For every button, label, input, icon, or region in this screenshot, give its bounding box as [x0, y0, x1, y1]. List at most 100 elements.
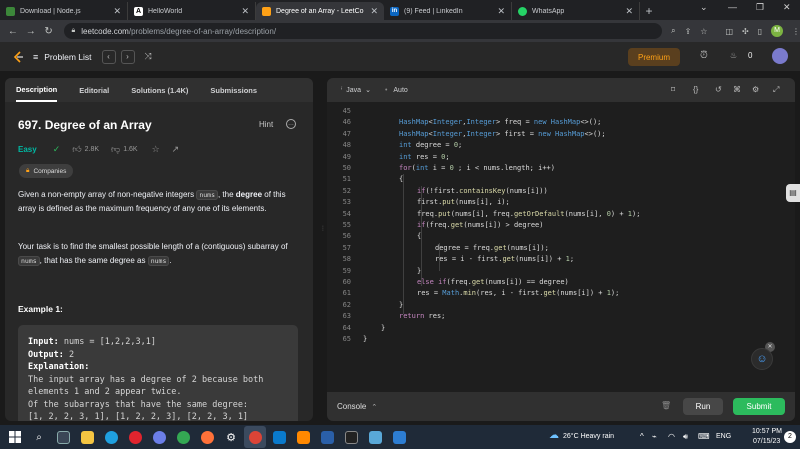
- nodejs-icon: [6, 6, 15, 16]
- trash-icon[interactable]: 🗑︎: [661, 401, 671, 410]
- zoom-icon[interactable]: ⌕: [671, 26, 675, 36]
- tab-helloworld[interactable]: A HelloWorld ✕: [128, 2, 256, 20]
- info-icon[interactable]: …: [286, 119, 296, 129]
- chrome-active-icon[interactable]: [244, 426, 266, 448]
- tab-solutions[interactable]: Solutions (1.4K): [131, 78, 188, 102]
- back-icon[interactable]: ←: [4, 26, 22, 37]
- fire-icon[interactable]: ♨: [730, 51, 737, 60]
- tab-editorial[interactable]: Editorial: [79, 78, 109, 102]
- tab-leetcode[interactable]: Degree of an Array - LeetCo ✕: [256, 2, 384, 20]
- extensions-puzzle-icon[interactable]: ✣: [742, 27, 749, 36]
- close-icon[interactable]: ✕: [625, 6, 633, 17]
- run-button[interactable]: Run: [683, 398, 723, 415]
- close-icon[interactable]: ✕: [497, 6, 505, 17]
- avatar[interactable]: M: [771, 25, 784, 37]
- tab-whatsapp[interactable]: WhatsApp ✕: [512, 2, 640, 20]
- hint-button[interactable]: Hint: [259, 120, 273, 129]
- share-icon[interactable]: ⇪: [685, 27, 692, 36]
- firefox-icon[interactable]: [196, 426, 218, 448]
- code-icon: ⁱ: [341, 87, 343, 94]
- close-window-icon[interactable]: ✕: [783, 2, 791, 13]
- volume-icon[interactable]: 🔊︎: [683, 432, 688, 442]
- vscode-icon[interactable]: [268, 426, 290, 448]
- tab-nodejs[interactable]: Download | Node.js ✕: [0, 2, 128, 20]
- restore-icon[interactable]: ❐: [756, 2, 764, 13]
- prev-problem-button[interactable]: ‹: [101, 49, 116, 64]
- menu-kebab-icon[interactable]: ⋮: [792, 27, 800, 36]
- forward-icon[interactable]: →: [22, 26, 40, 37]
- network-icon[interactable]: ⌁: [652, 432, 657, 441]
- side-notes-icon[interactable]: ▤: [786, 184, 800, 202]
- weather-text[interactable]: 26°C Heavy rain: [563, 433, 614, 440]
- edge-icon[interactable]: [100, 426, 122, 448]
- thumbs-up-icon[interactable]: 👍︎: [72, 144, 81, 155]
- settings-icon[interactable]: ⚙: [752, 85, 759, 94]
- settings-icon[interactable]: ⚙: [220, 426, 242, 448]
- auto-mode-label[interactable]: Auto: [393, 87, 407, 94]
- keyboard-icon[interactable]: ⌨: [698, 432, 710, 441]
- minimize-icon[interactable]: —: [728, 2, 737, 12]
- difficulty-row: Easy ✓ 👍︎ 2.8K 👎︎ 1.6K ☆ ↗: [18, 144, 179, 155]
- wifi-icon[interactable]: ◠: [668, 432, 675, 441]
- file-explorer-icon[interactable]: [76, 426, 98, 448]
- new-tab-button[interactable]: +: [640, 2, 658, 20]
- chevron-up-icon: ⌃: [371, 403, 378, 411]
- windows-start-icon[interactable]: [4, 426, 26, 448]
- search-icon[interactable]: ⌕: [28, 426, 50, 448]
- bookmark-icon[interactable]: ⌑: [671, 85, 675, 94]
- close-icon[interactable]: ✕: [370, 6, 378, 17]
- language-select[interactable]: Java: [346, 87, 361, 94]
- premium-button[interactable]: Premium: [628, 48, 680, 66]
- extension-icon[interactable]: ◫: [725, 27, 733, 36]
- star-icon[interactable]: ☆: [152, 144, 160, 155]
- code-line: HashMap<Integer,Integer> first = new Has…: [399, 129, 606, 138]
- problem-list-button[interactable]: ≡ Problem List: [33, 52, 92, 62]
- photos-icon[interactable]: [388, 426, 410, 448]
- tab-linkedin[interactable]: in (9) Feed | LinkedIn ✕: [384, 2, 512, 20]
- assistant-icon[interactable]: ☺: [751, 348, 773, 370]
- share-icon[interactable]: ↗: [172, 144, 180, 155]
- clock-date[interactable]: 07/15/23: [753, 438, 780, 445]
- thumbs-down-icon[interactable]: 👎︎: [111, 144, 120, 155]
- list-icon: ≡: [33, 51, 39, 62]
- clock-time[interactable]: 10:57 PM: [752, 428, 782, 435]
- example-heading: Example 1:: [18, 304, 63, 314]
- difficulty-badge: Easy: [18, 145, 37, 154]
- braces-icon[interactable]: {}: [693, 85, 698, 94]
- next-problem-button[interactable]: ›: [120, 49, 135, 64]
- shortcut-icon[interactable]: ⌘: [733, 85, 741, 94]
- panel-resize-handle[interactable]: ⋮: [320, 225, 326, 239]
- reload-icon[interactable]: ↻: [40, 26, 58, 37]
- chevron-up-icon[interactable]: ^: [640, 432, 644, 441]
- inline-code: nums: [196, 190, 218, 200]
- shuffle-icon[interactable]: ⤨: [145, 51, 152, 62]
- app-icon[interactable]: [148, 426, 170, 448]
- tab-submissions[interactable]: Submissions: [210, 78, 257, 102]
- leetcode-logo-icon[interactable]: [11, 50, 25, 64]
- vlc-icon[interactable]: [292, 426, 314, 448]
- close-icon[interactable]: ✕: [241, 6, 249, 17]
- side-panel-icon[interactable]: ▯: [758, 27, 762, 36]
- code-line: freq.put(nums[i], freq.getOrDefault(nums…: [417, 209, 641, 218]
- app-icon[interactable]: [364, 426, 386, 448]
- bookmark-star-icon[interactable]: ☆: [700, 27, 707, 36]
- terminal-icon[interactable]: [340, 426, 362, 448]
- code-line: }: [417, 266, 422, 275]
- avatar[interactable]: [772, 48, 788, 64]
- opera-icon[interactable]: [124, 426, 146, 448]
- console-toggle[interactable]: Console: [337, 402, 366, 411]
- alarm-clock-icon[interactable]: ⏰︎: [700, 50, 708, 61]
- powershell-icon[interactable]: [316, 426, 338, 448]
- url-input[interactable]: 🔒︎ leetcode.com/problems/degree-of-an-ar…: [63, 23, 663, 39]
- tab-description[interactable]: Description: [16, 78, 58, 102]
- reset-icon[interactable]: ↺: [715, 85, 722, 94]
- chrome-icon[interactable]: [172, 426, 194, 448]
- submit-button[interactable]: Submit: [733, 398, 785, 415]
- tab-search-icon[interactable]: ⌄: [700, 2, 708, 13]
- close-icon[interactable]: ✕: [113, 6, 121, 17]
- language-indicator[interactable]: ENG: [716, 433, 731, 440]
- task-view-icon[interactable]: [52, 426, 74, 448]
- companies-chip[interactable]: 🔒︎ Companies: [19, 164, 74, 178]
- notification-badge[interactable]: 2: [784, 431, 796, 443]
- fullscreen-icon[interactable]: ⤢: [773, 85, 779, 95]
